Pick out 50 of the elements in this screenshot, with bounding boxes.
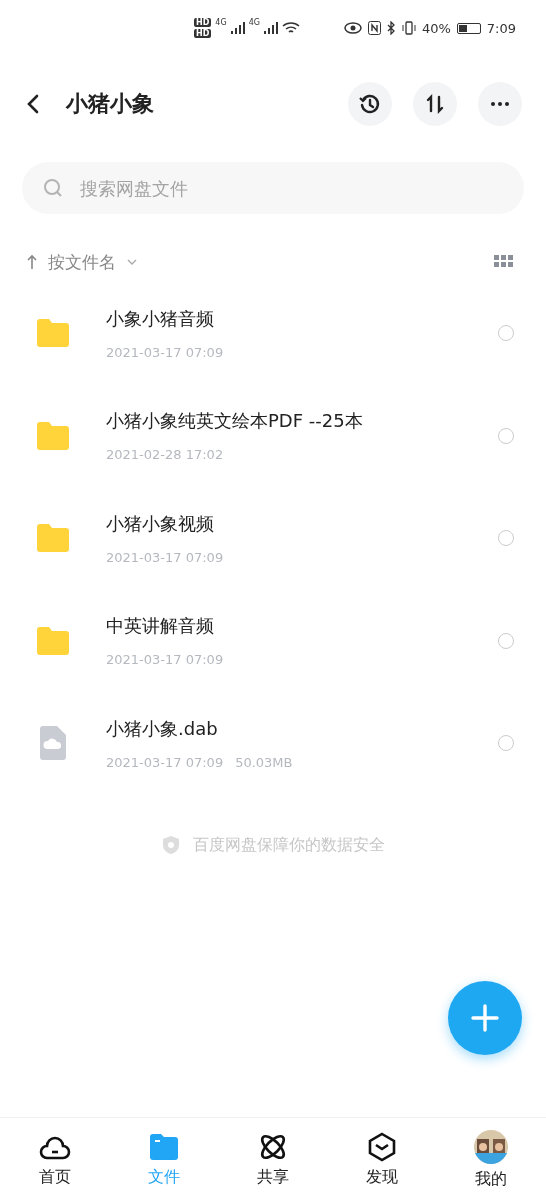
file-date: 2021-02-28 17:02 <box>106 447 224 463</box>
folder-icon <box>36 625 70 656</box>
file-name[interactable]: 小象小猪音频 <box>106 306 498 331</box>
nfc-icon <box>367 21 381 35</box>
eye-icon <box>343 22 362 34</box>
add-button[interactable] <box>448 981 522 1055</box>
battery-percent: 40% <box>421 20 451 36</box>
file-name[interactable]: 小猪小象视频 <box>106 511 498 536</box>
sort-order-button[interactable]: 按文件名 <box>26 250 138 274</box>
more-icon <box>490 102 510 106</box>
nav-tab[interactable]: 首页 <box>19 1130 90 1188</box>
search-field[interactable]: 搜索网盘文件 <box>22 162 524 214</box>
file-date: 2021-03-17 07:09 <box>106 754 224 770</box>
vibrate-icon <box>401 21 416 35</box>
folder-icon <box>36 318 70 349</box>
nav-tab[interactable]: 共享 <box>237 1130 308 1188</box>
file-date: 2021-03-17 07:09 <box>106 344 224 360</box>
network-type: 4G <box>215 18 227 27</box>
history-icon <box>358 92 382 116</box>
back-icon[interactable] <box>26 93 40 115</box>
folder-icon <box>36 523 70 554</box>
file-date: 2021-03-17 07:09 <box>106 549 224 565</box>
chevron-down-icon <box>126 257 138 267</box>
file-name[interactable]: 小猪小象纯英文绘本PDF --25本 <box>106 409 498 434</box>
hd-badge: HD <box>194 18 212 27</box>
file-date: 2021-03-17 07:09 <box>106 652 224 668</box>
nav-tab[interactable]: 我的 <box>456 1128 527 1190</box>
sort-button[interactable] <box>413 82 457 126</box>
network-type: 4G <box>248 18 260 27</box>
nav-tab[interactable]: 发现 <box>347 1130 418 1188</box>
file-size: 50.03MB <box>235 754 293 770</box>
more-button[interactable] <box>478 82 522 126</box>
search-icon <box>42 177 64 199</box>
security-note: 百度网盘保障你的数据安全 <box>193 834 385 856</box>
bluetooth-icon <box>386 21 396 35</box>
page-title: 小猪小象 <box>66 90 154 118</box>
grid-view-icon[interactable] <box>494 255 514 269</box>
folder-icon <box>36 420 70 451</box>
file-name[interactable]: 小猪小象.dab <box>106 716 498 741</box>
battery-icon <box>456 22 481 34</box>
clock: 7:09 <box>486 20 516 36</box>
hd-badge: HD <box>194 29 212 38</box>
wifi-icon <box>281 21 300 35</box>
plus-icon <box>470 1003 500 1033</box>
shield-icon <box>161 835 181 855</box>
history-button[interactable] <box>348 82 392 126</box>
signal-icon <box>230 22 245 34</box>
signal-icon <box>263 22 278 34</box>
file-name[interactable]: 中英讲解音频 <box>106 614 498 639</box>
up-arrow-icon <box>26 254 38 270</box>
